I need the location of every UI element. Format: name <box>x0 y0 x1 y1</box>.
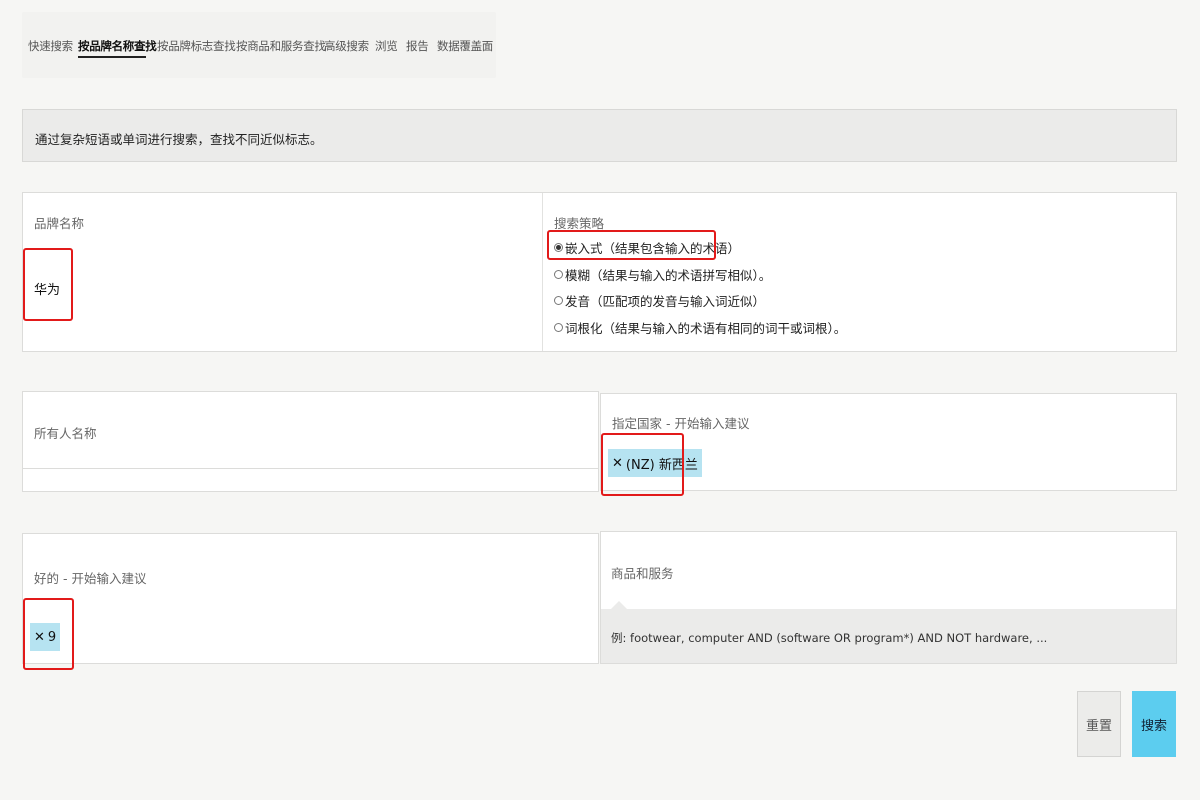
class-field[interactable] <box>22 533 599 664</box>
owner-name-label: 所有人名称 <box>34 426 97 441</box>
radio-icon[interactable] <box>554 323 563 332</box>
tab-quick-search[interactable]: 快速搜索 <box>28 38 73 54</box>
country-label: 指定国家 - 开始输入建议 <box>612 416 750 431</box>
class-highlight <box>23 598 74 670</box>
info-text: 通过复杂短语或单词进行搜索，查找不同近似标志。 <box>35 132 323 147</box>
active-tab-indicator <box>78 56 146 58</box>
radio-icon[interactable] <box>554 296 563 305</box>
hint-caret <box>611 601 627 609</box>
tab-goods-services[interactable]: 按商品和服务查找 <box>236 38 326 54</box>
owner-name-input[interactable] <box>22 391 599 469</box>
tab-brand-logo[interactable]: 按品牌标志查找 <box>157 38 236 54</box>
country-highlight <box>601 433 684 496</box>
radio-icon[interactable] <box>554 270 563 279</box>
goods-services-hint: 例: footwear, computer AND (software OR p… <box>600 609 1177 664</box>
goods-services-input[interactable] <box>600 531 1177 609</box>
search-nav: 快速搜索 按品牌名称查找 按品牌标志查找 按商品和服务查找 高级搜索 浏览 报告… <box>22 12 496 78</box>
strategy-option-phonetic[interactable]: 发音（匹配项的发音与输入词近似） <box>554 291 765 310</box>
class-label: 好的 - 开始输入建议 <box>34 571 147 586</box>
tab-advanced-search[interactable]: 高级搜索 <box>324 38 369 54</box>
tab-reports[interactable]: 报告 <box>406 38 429 54</box>
strategy-option-stemming[interactable]: 词根化（结果与输入的术语有相同的词干或词根）。 <box>554 318 846 337</box>
search-button[interactable]: 搜索 <box>1132 691 1176 757</box>
strategy-option-fuzzy[interactable]: 模糊（结果与输入的术语拼写相似）。 <box>554 265 771 284</box>
brand-name-input[interactable] <box>24 248 524 320</box>
tab-data-coverage[interactable]: 数据覆盖面 <box>437 38 493 54</box>
goods-services-hint-text: 例: footwear, computer AND (software OR p… <box>611 631 1048 645</box>
owner-name-extension <box>22 469 599 492</box>
strategy-highlight <box>547 230 716 260</box>
brand-name-highlight <box>23 248 73 321</box>
reset-button[interactable]: 重置 <box>1077 691 1121 757</box>
tab-brand-name[interactable]: 按品牌名称查找 <box>78 38 157 54</box>
goods-services-label: 商品和服务 <box>611 566 674 581</box>
brand-name-label: 品牌名称 <box>34 216 85 231</box>
panel-divider <box>542 193 543 351</box>
info-banner: 通过复杂短语或单词进行搜索，查找不同近似标志。 <box>22 109 1177 162</box>
tab-browse[interactable]: 浏览 <box>375 38 398 54</box>
